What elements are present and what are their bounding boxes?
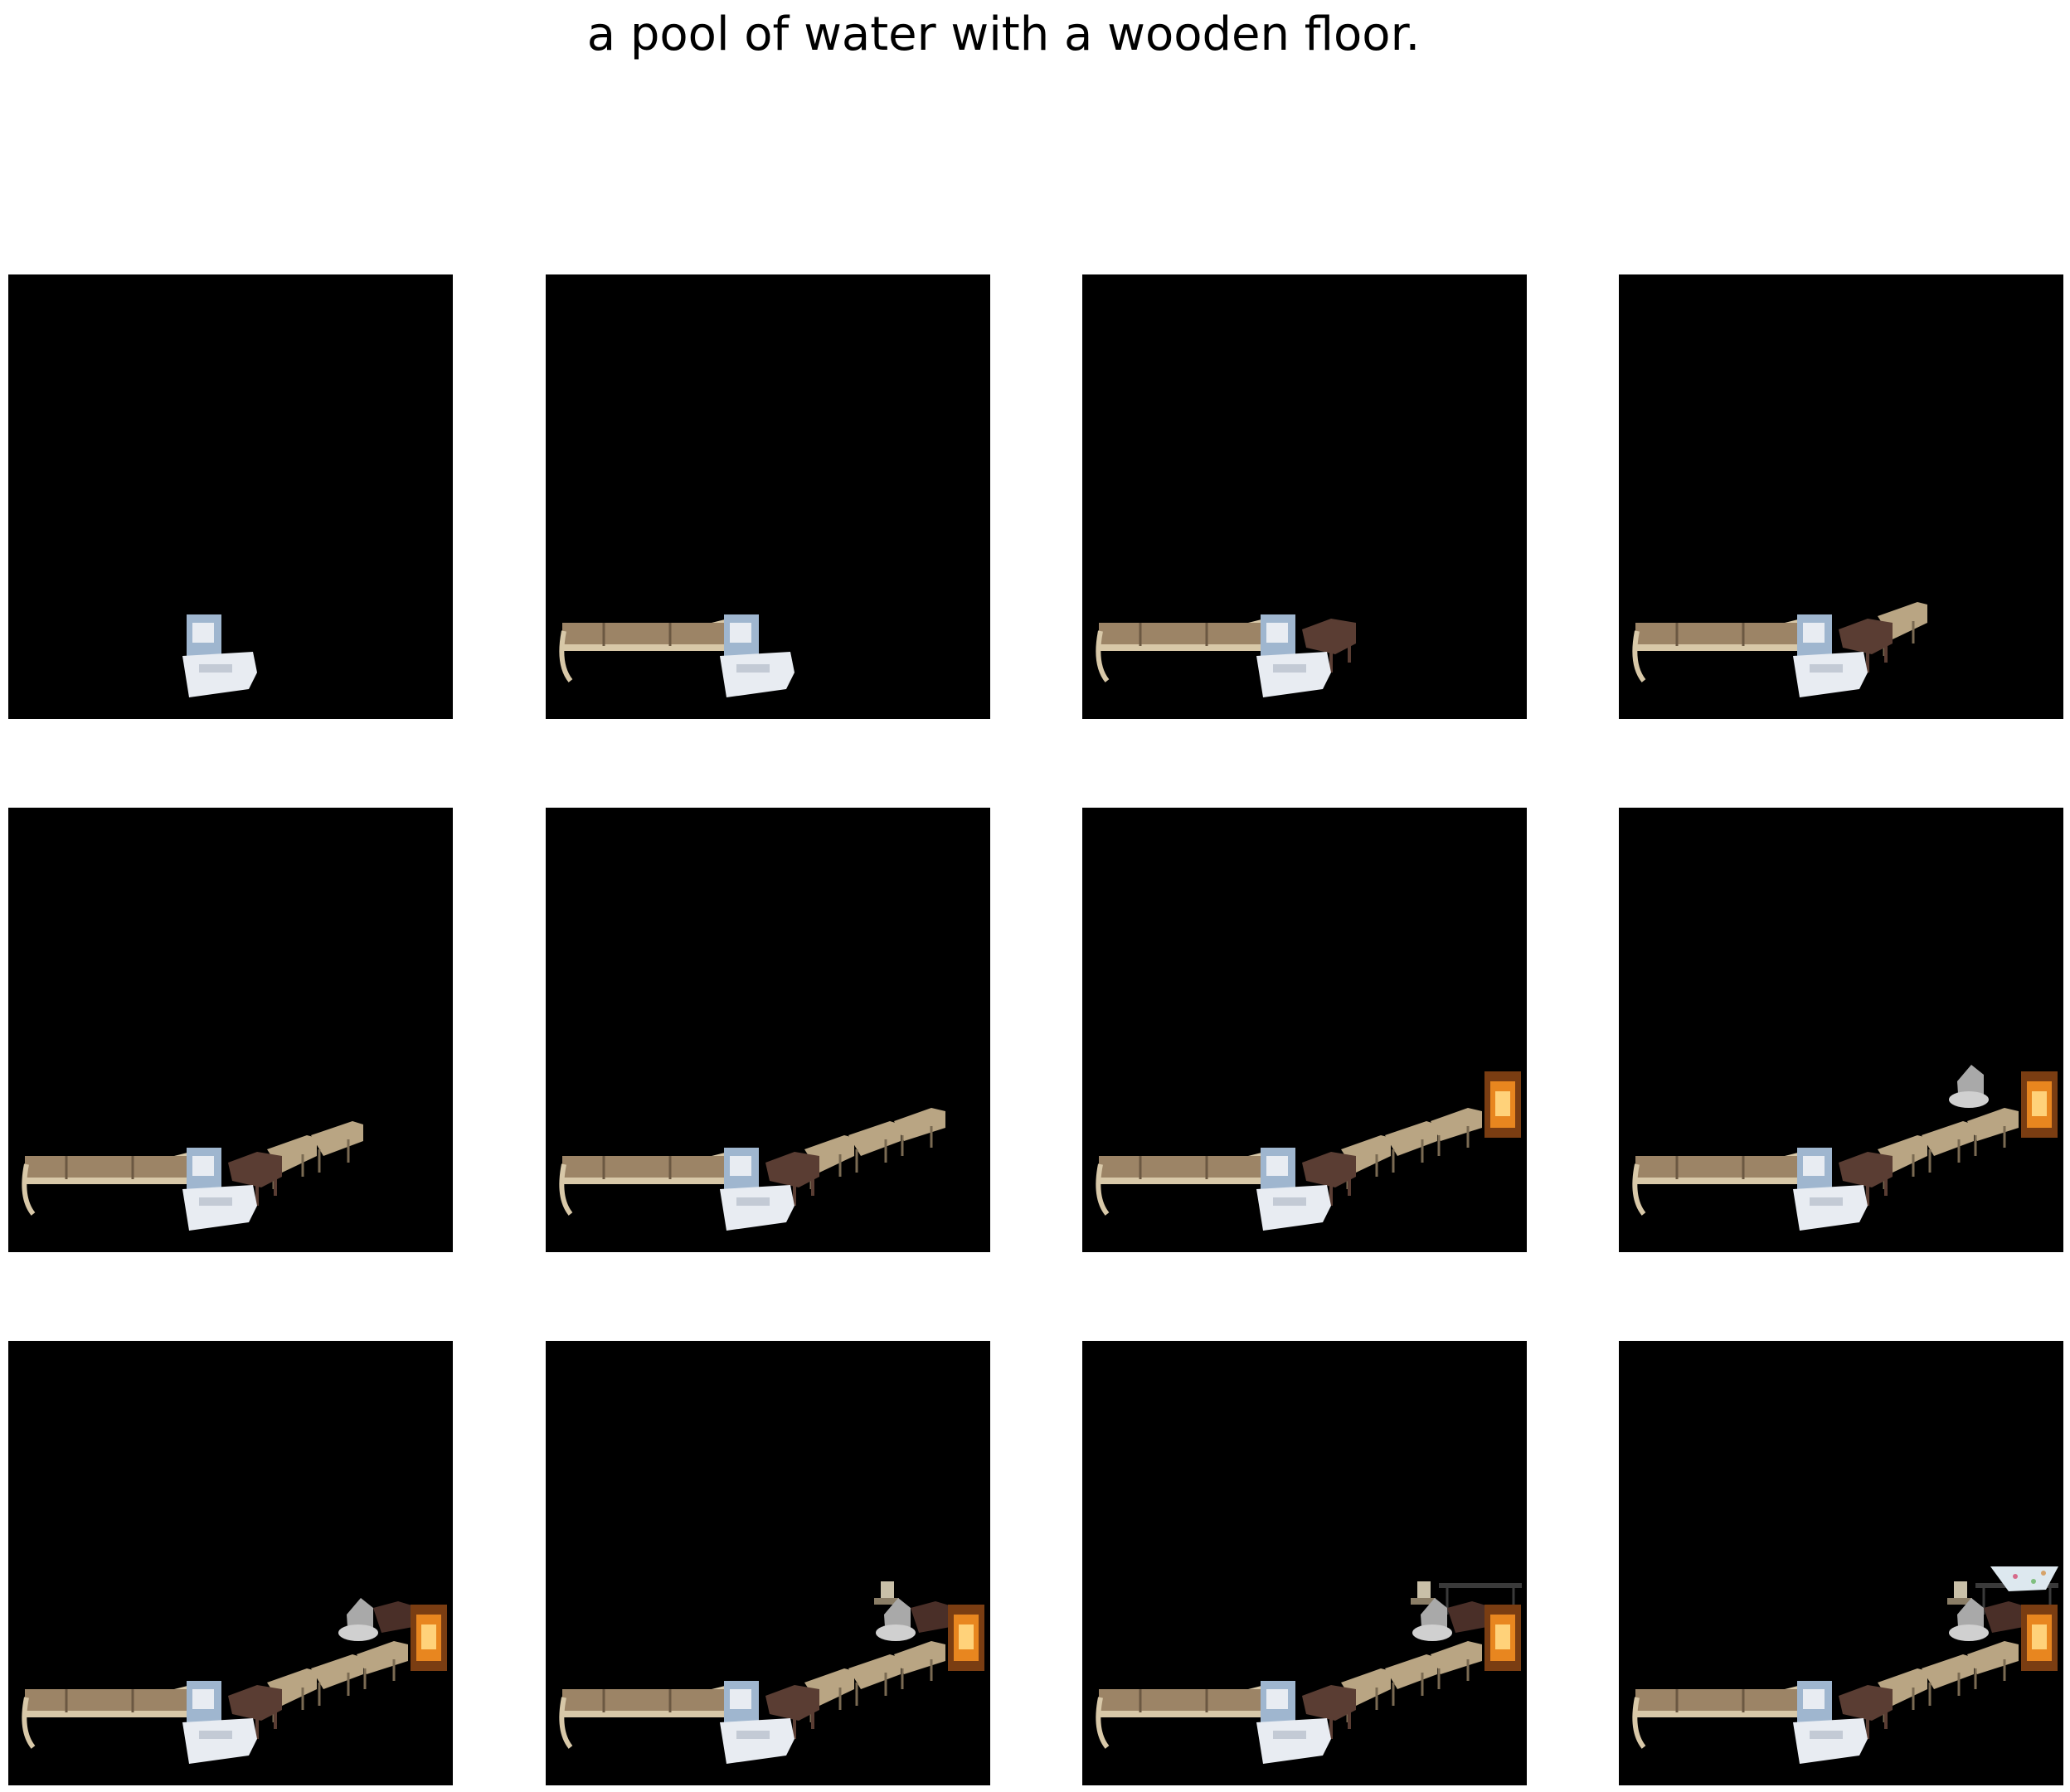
black-background <box>1619 1341 2063 1785</box>
image-panel-10 <box>546 1341 990 1785</box>
black-background <box>546 808 990 1252</box>
black-background <box>1619 274 2063 719</box>
image-panel-6 <box>546 808 990 1252</box>
black-background <box>8 274 453 719</box>
render-image <box>8 808 453 1252</box>
image-panel-8 <box>1619 808 2063 1252</box>
render-image <box>546 808 990 1252</box>
render-image <box>546 1341 990 1785</box>
render-image <box>8 1341 453 1785</box>
object-fireplace <box>411 1605 447 1671</box>
object-fireplace <box>1484 1071 1521 1138</box>
render-image <box>1082 1341 1527 1785</box>
object-fireplace <box>2021 1605 2058 1671</box>
image-panel-5 <box>8 808 453 1252</box>
render-image <box>1082 808 1527 1252</box>
image-panel-1 <box>8 274 453 719</box>
black-background <box>1082 808 1527 1252</box>
render-image <box>546 274 990 719</box>
object-fireplace <box>1484 1605 1521 1671</box>
image-panel-9 <box>8 1341 453 1785</box>
black-background <box>546 274 990 719</box>
black-background <box>8 808 453 1252</box>
figure-title: a pool of water with a wooden floor. <box>586 7 1421 61</box>
black-background <box>8 1341 453 1785</box>
render-image <box>1619 274 2063 719</box>
render-image <box>8 274 453 719</box>
black-background <box>1082 1341 1527 1785</box>
black-background <box>1082 274 1527 719</box>
image-panel-12 <box>1619 1341 2063 1785</box>
object-fireplace <box>2021 1071 2058 1138</box>
image-panel-4 <box>1619 274 2063 719</box>
render-image <box>1619 1341 2063 1785</box>
image-panel-11 <box>1082 1341 1527 1785</box>
image-panel-2 <box>546 274 990 719</box>
black-background <box>1619 808 2063 1252</box>
black-background <box>546 1341 990 1785</box>
image-panel-7 <box>1082 808 1527 1252</box>
render-image <box>1082 274 1527 719</box>
render-image <box>1619 808 2063 1252</box>
image-panel-3 <box>1082 274 1527 719</box>
object-fireplace <box>948 1605 984 1671</box>
